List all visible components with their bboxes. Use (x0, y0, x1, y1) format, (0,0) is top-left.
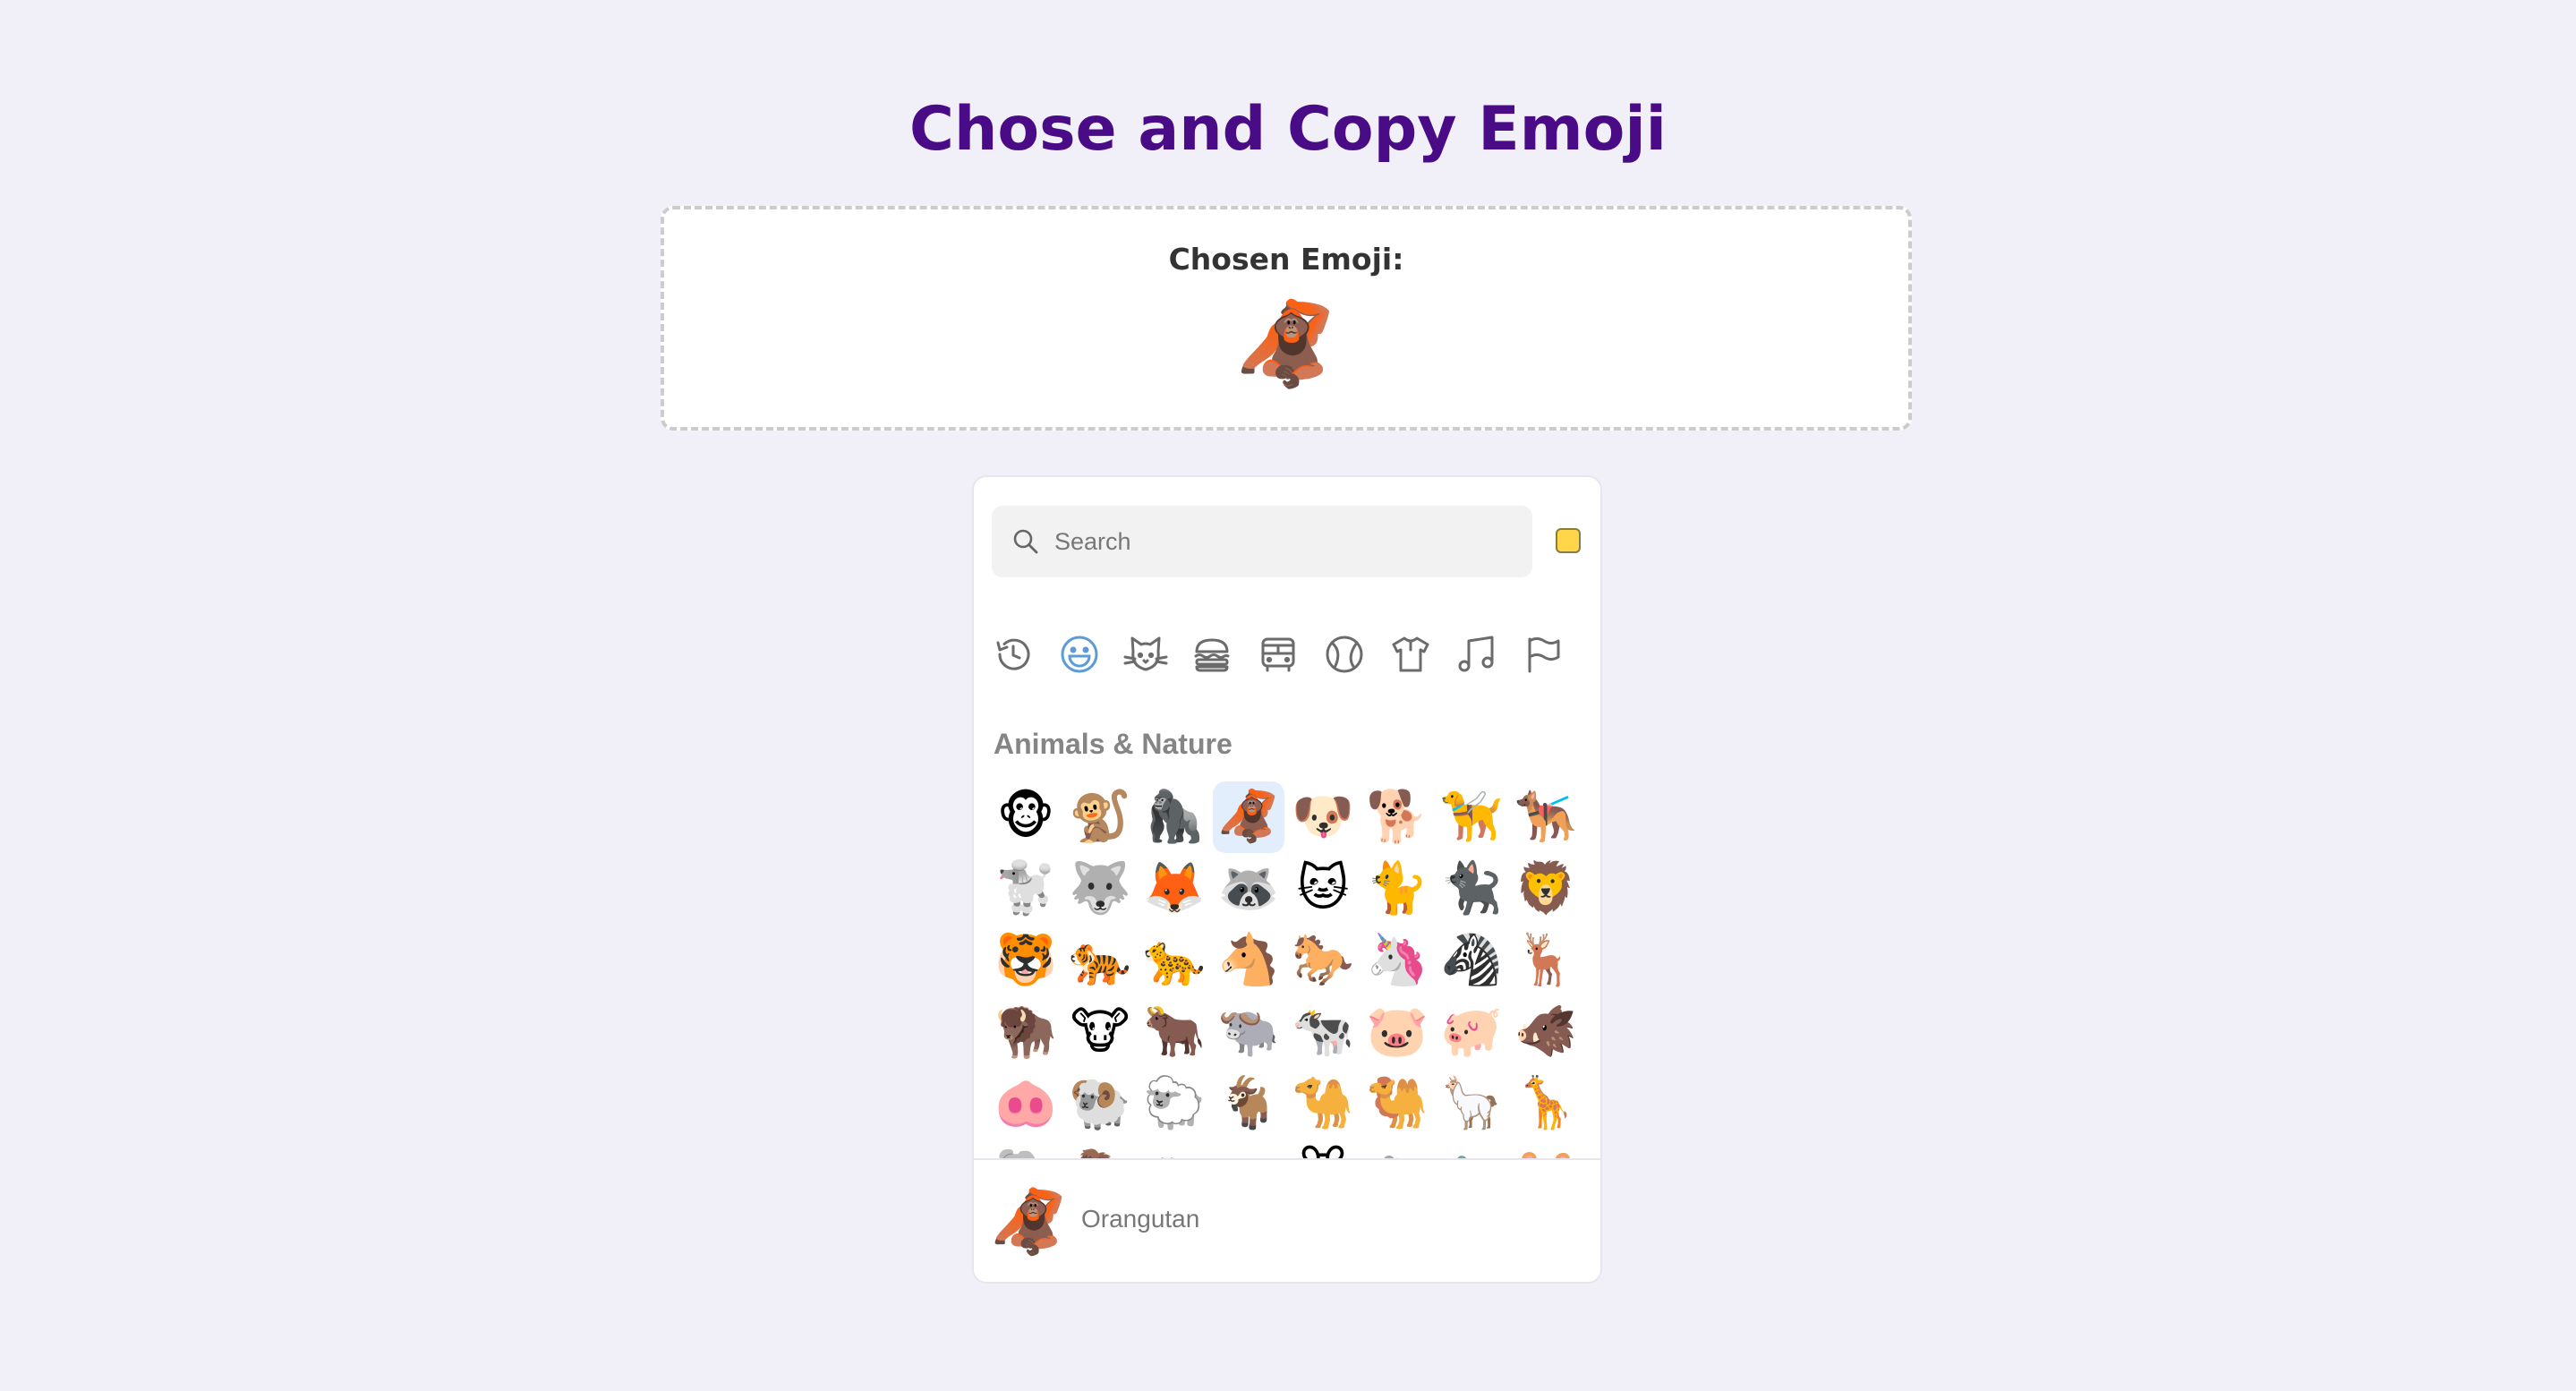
smiley-icon (1061, 636, 1098, 673)
emoji-cell[interactable]: 🐃 (1213, 996, 1284, 1068)
emoji-cell[interactable]: 🐐 (1213, 1068, 1284, 1139)
emoji-cell[interactable]: 🦙 (1436, 1068, 1507, 1139)
emoji-cell[interactable]: 🦝 (1213, 853, 1284, 925)
emoji-cell[interactable]: 🦄 (1361, 925, 1433, 996)
emoji-cell[interactable]: 🐖 (1436, 996, 1507, 1068)
emoji-cell[interactable]: 🐮 (1064, 996, 1136, 1068)
preview-emoji: 🦧 (990, 1185, 1069, 1259)
chosen-emoji-label: Chosen Emoji: (1168, 242, 1404, 277)
emoji-cell[interactable]: 🐫 (1361, 1068, 1433, 1139)
clock-icon (996, 638, 1030, 670)
category-smileys-button[interactable] (1053, 629, 1106, 679)
emoji-cell[interactable]: 🦬 (990, 996, 1062, 1068)
page-title: Chose and Copy Emoji (909, 94, 1667, 165)
ball-icon (1326, 636, 1363, 673)
emoji-cell[interactable]: 🐈 (1361, 853, 1433, 925)
emoji-preview-bar: 🦧 Orangutan (974, 1158, 1600, 1282)
emoji-cell[interactable]: 🐵 (990, 781, 1062, 853)
emoji-cell[interactable]: 🐕‍🦺 (1510, 781, 1582, 853)
emoji-cell[interactable]: 🐎 (1287, 925, 1359, 996)
bus-icon (1261, 637, 1295, 672)
emoji-cell[interactable]: 🐑 (1139, 1068, 1210, 1139)
emoji-cell[interactable]: 🐆 (1139, 925, 1210, 996)
emoji-cell[interactable]: 🦮 (1436, 781, 1507, 853)
cat-icon (1123, 636, 1168, 671)
search-icon (1013, 529, 1038, 554)
flag-icon (1528, 637, 1560, 673)
emoji-cell[interactable]: 🦌 (1510, 925, 1582, 996)
chosen-emoji-panel: Chosen Emoji: 🦧 (661, 206, 1912, 431)
emoji-cell[interactable]: 🐈‍⬛ (1436, 853, 1507, 925)
search-box[interactable] (992, 506, 1532, 577)
shirt-icon (1392, 636, 1429, 672)
skin-tone-selector[interactable] (1556, 528, 1581, 553)
emoji-cell[interactable]: 🐱 (1287, 853, 1359, 925)
emoji-cell[interactable]: 🦍 (1139, 781, 1210, 853)
emoji-cell[interactable]: 🐺 (1064, 853, 1136, 925)
emoji-cell[interactable]: 🐽 (990, 1068, 1062, 1139)
emoji-grid: 🐵 🐒 🦍 🦧 🐶 🐕 🦮 🐕‍🦺 🐩 🐺 🦊 🦝 🐱 🐈 🐈‍⬛ 🦁 🐯 🐅 🐆 🐴 🐎 🦄 🦓 🦌 🦬 🐮 🐂 🐃 🐄 🐷 🐖 🐗 🐽 🐏 🐑 🐐… (990, 781, 1584, 1165)
emoji-picker: Animals & Nature 🐵🐒🦍🦧🐶🐕🦮🐕‍🦺🐩🐺🦊🦝🐱🐈🐈‍⬛🦁🐯🐅🐆… (972, 475, 1602, 1284)
emoji-cell[interactable]: 🦒 (1510, 1068, 1582, 1139)
chosen-emoji-display: 🦧 (1234, 296, 1338, 392)
emoji-cell[interactable]: 🐄 (1287, 996, 1359, 1068)
search-input[interactable] (1047, 506, 1513, 577)
emoji-cell[interactable]: 🐴 (1213, 925, 1284, 996)
category-travel-button[interactable] (1251, 629, 1305, 679)
burger-icon (1194, 638, 1230, 672)
category-flags-button[interactable] (1516, 629, 1570, 679)
category-symbols-button[interactable] (1450, 629, 1504, 679)
music-note-icon (1458, 636, 1494, 672)
emoji-cell[interactable]: 🐂 (1139, 996, 1210, 1068)
emoji-cell[interactable]: 🐷 (1361, 996, 1433, 1068)
emoji-cell[interactable]: 🦧 (1213, 781, 1284, 853)
emoji-cell[interactable]: 🐅 (1064, 925, 1136, 996)
category-animals-button[interactable] (1119, 629, 1173, 679)
emoji-cell[interactable]: 🦓 (1436, 925, 1507, 996)
category-food-button[interactable] (1185, 629, 1239, 679)
emoji-cell[interactable]: 🐒 (1064, 781, 1136, 853)
emoji-cell[interactable]: 🐕 (1361, 781, 1433, 853)
emoji-cell[interactable]: 🦁 (1510, 853, 1582, 925)
section-title: Animals & Nature (994, 728, 1233, 760)
emoji-cell[interactable]: 🐪 (1287, 1068, 1359, 1139)
emoji-cell[interactable]: 🦊 (1139, 853, 1210, 925)
emoji-cell[interactable]: 🐶 (1287, 781, 1359, 853)
emoji-cell[interactable]: 🐯 (990, 925, 1062, 996)
preview-emoji-name: Orangutan (1081, 1205, 1200, 1233)
emoji-cell[interactable]: 🐏 (1064, 1068, 1136, 1139)
category-activities-button[interactable] (1318, 629, 1371, 679)
emoji-cell[interactable]: 🐗 (1510, 996, 1582, 1068)
category-objects-button[interactable] (1384, 629, 1437, 679)
category-recent-button[interactable] (986, 629, 1040, 679)
category-bar (986, 629, 1590, 679)
emoji-cell[interactable]: 🐩 (990, 853, 1062, 925)
